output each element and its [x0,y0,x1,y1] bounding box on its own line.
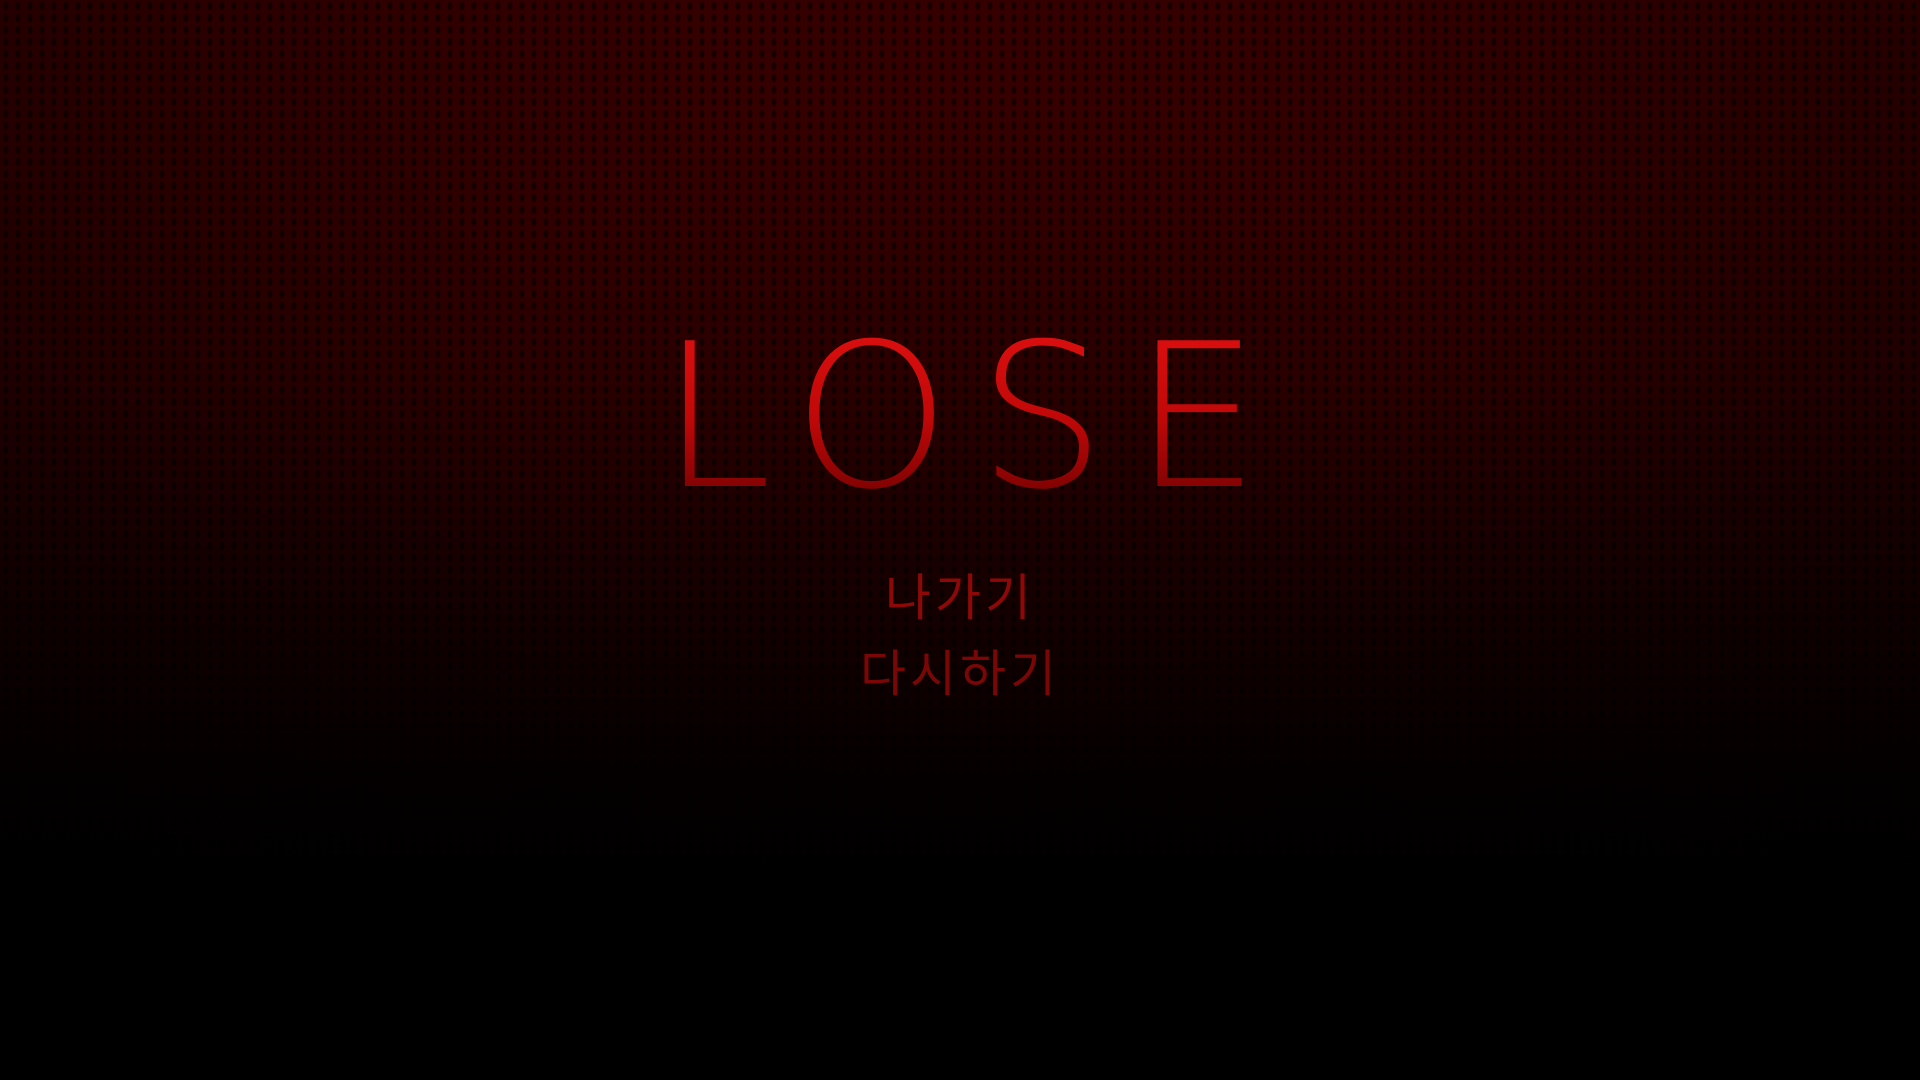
game-over-screen: LOSE 나가기 다시하기 [0,0,1920,1080]
retry-button[interactable]: 다시하기 [860,636,1060,712]
background-vignette [0,0,1920,1080]
result-title: LOSE [0,318,1920,518]
exit-button[interactable]: 나가기 [885,560,1035,636]
result-menu: 나가기 다시하기 [0,560,1920,712]
